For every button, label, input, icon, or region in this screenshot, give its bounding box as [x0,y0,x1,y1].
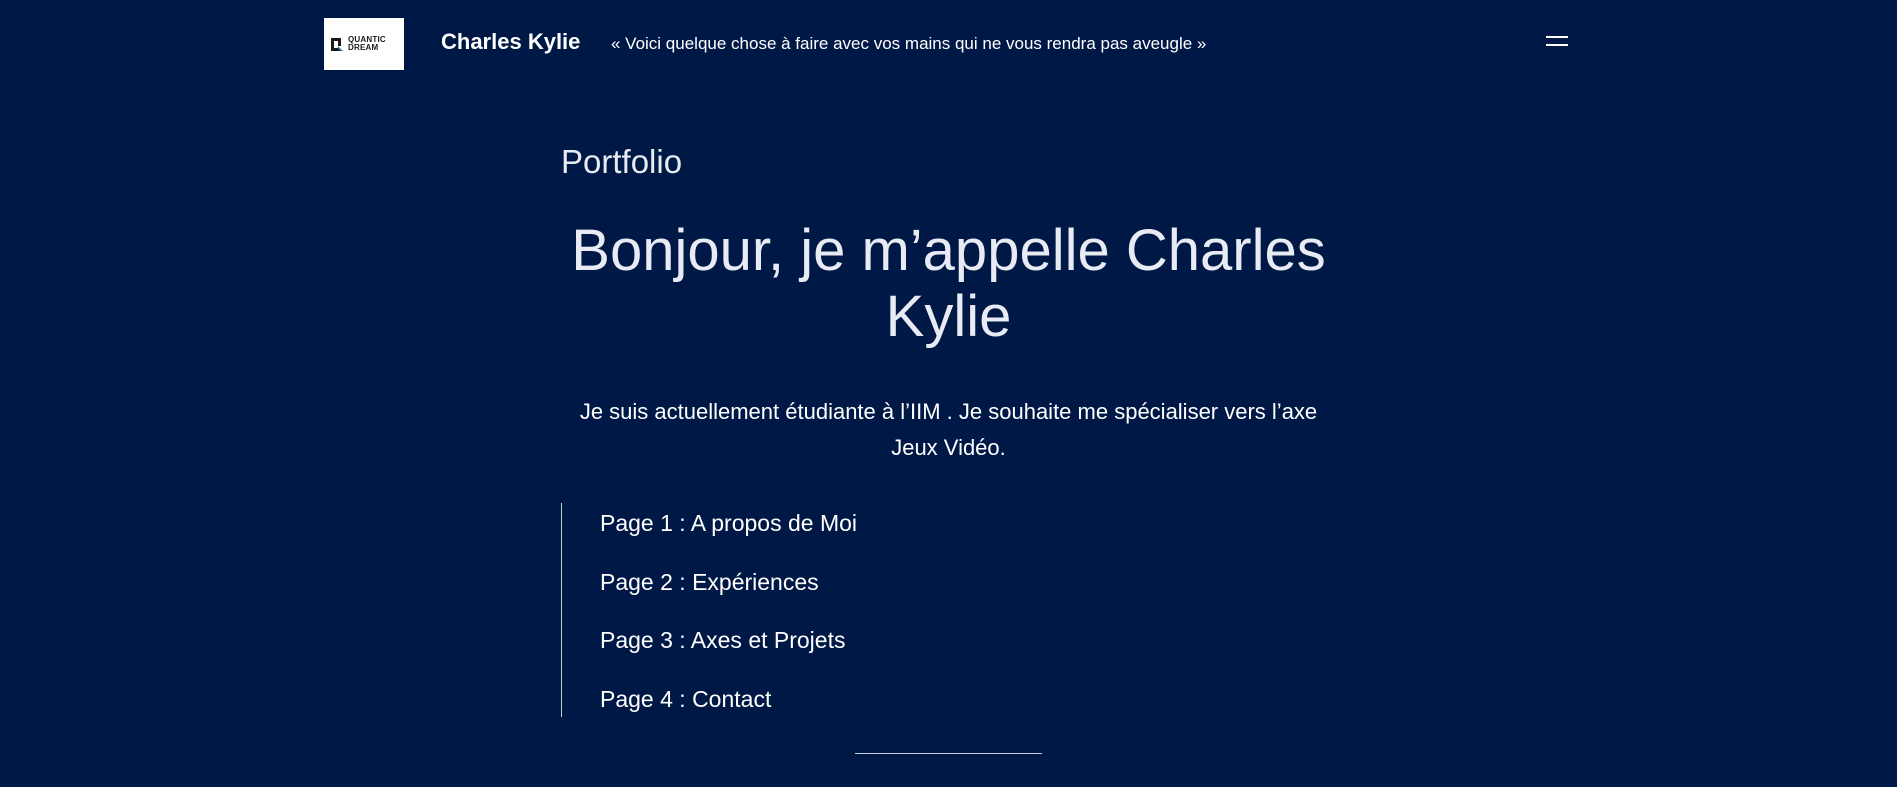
section-divider [855,753,1042,754]
intro-paragraph: Je suis actuellement étudiante à l’IIM .… [579,399,1318,460]
quantic-dream-logo[interactable]: QUANTIC DREAM [324,18,404,70]
page-list-item: Page 3 : Axes et Projets [600,620,857,679]
page-link-list: Page 1 : A propos de Moi Page 2 : Expéri… [561,503,857,717]
logo-line-2: DREAM [348,43,379,52]
page-3-link[interactable]: Page 3 : Axes et Projets [600,627,845,653]
site-header: QUANTIC DREAM Charles Kylie « Voici quel… [0,0,1897,88]
page-list-item: Page 4 : Contact [600,679,857,738]
menu-line-bottom [1546,44,1568,46]
page-2-link[interactable]: Page 2 : Expériences [600,569,819,595]
page-1-link[interactable]: Page 1 : A propos de Moi [600,510,857,536]
quantic-dream-logo-icon [331,38,343,51]
site-title-link[interactable]: Charles Kylie [441,29,580,55]
menu-line-top [1546,36,1568,38]
page-list-item: Page 2 : Expériences [600,562,857,621]
page-headline: Bonjour, je m’appelle Charles Kylie [571,218,1326,349]
hamburger-menu-icon[interactable] [1546,34,1570,48]
page-kicker: Portfolio [561,143,683,180]
site-tagline: « Voici quelque chose à faire avec vos m… [611,34,1207,53]
page-list-item: Page 1 : A propos de Moi [600,503,857,562]
logo-wordmark: QUANTIC DREAM [348,36,386,52]
page-4-link[interactable]: Page 4 : Contact [600,686,771,712]
